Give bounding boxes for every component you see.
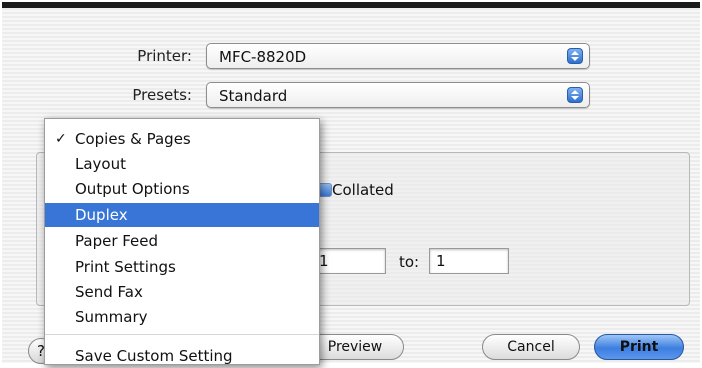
cancel-button[interactable]: Cancel	[482, 334, 580, 360]
printer-label: Printer:	[137, 47, 192, 65]
to-value: 1	[436, 252, 446, 270]
menu-item-layout[interactable]: Layout	[45, 152, 319, 176]
from-field[interactable]: 1	[312, 248, 386, 274]
checkmark-icon: ✓	[55, 131, 67, 147]
presets-value: Standard	[219, 87, 288, 105]
presets-popup[interactable]: Standard	[206, 82, 590, 108]
checkbox-checked-icon[interactable]	[318, 183, 332, 197]
menu-separator	[45, 334, 319, 335]
pane-popup-menu: ✓ Copies & Pages Layout Output Options D…	[44, 118, 320, 365]
printer-value: MFC-8820D	[219, 48, 307, 66]
presets-label: Presets:	[132, 86, 192, 104]
menu-item-save-custom-setting[interactable]: Save Custom Setting	[45, 344, 319, 368]
menu-item-send-fax[interactable]: Send Fax	[45, 280, 319, 304]
print-button[interactable]: Print	[594, 334, 684, 360]
to-label: to:	[399, 253, 420, 271]
popup-stepper-icon	[567, 87, 583, 103]
to-field[interactable]: 1	[429, 248, 509, 274]
menu-item-paper-feed[interactable]: Paper Feed	[45, 229, 319, 253]
preview-button[interactable]: Preview	[306, 334, 404, 360]
from-value: 1	[319, 252, 329, 270]
printer-popup[interactable]: MFC-8820D	[206, 43, 590, 69]
menu-item-duplex[interactable]: Duplex	[45, 203, 319, 227]
menu-item-print-settings[interactable]: Print Settings	[45, 255, 319, 279]
menu-item-copies-pages[interactable]: ✓ Copies & Pages	[45, 127, 319, 151]
menu-item-summary[interactable]: Summary	[45, 305, 319, 329]
popup-stepper-icon	[567, 48, 583, 64]
menu-item-output-options[interactable]: Output Options	[45, 177, 319, 201]
collated-label: Collated	[332, 181, 394, 199]
